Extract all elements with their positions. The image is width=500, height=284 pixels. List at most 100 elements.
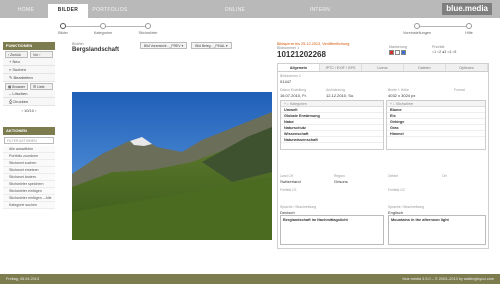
action-item[interactable]: Alle auswählen (3, 146, 55, 153)
category-row[interactable]: Naturwissenschaft (281, 137, 383, 143)
nav-buttons: ‹ Zurück Vor › (3, 50, 55, 58)
nav-tab-intern[interactable]: INTERN (295, 4, 345, 16)
area-label: Gebiet (388, 174, 398, 178)
priority-value: 3 (444, 50, 447, 54)
action-item[interactable]: Stichwort ersetzen (3, 167, 55, 174)
tab-iptc[interactable]: IPTC / EXIF / GPS (320, 64, 362, 71)
action-item[interactable]: Stichwort suchen (3, 160, 55, 167)
number2-label: Bildnummer 2 (280, 74, 301, 78)
mountain-photo[interactable] (72, 92, 272, 240)
description-en[interactable]: Mountains in the afternoon light (388, 215, 486, 245)
blue-swatch[interactable] (401, 50, 406, 56)
keyword-row[interactable]: Himmel (387, 131, 485, 137)
step-connector (416, 26, 466, 27)
archived-value[interactable]: 12.12.2010, So. (326, 93, 354, 98)
step-label: Stichwörter (138, 31, 158, 35)
top-navigation-bar: HOME BILDER PORTFOLIOS ONLINE INTERN blu… (0, 0, 500, 18)
action-item[interactable]: Stichwörter einfügen (3, 188, 55, 195)
preview-dropdown[interactable]: Bild Voransicht - _PREV ▾ (140, 42, 188, 49)
tab-dateien[interactable]: Dateien (404, 64, 446, 71)
step-bar: Bilder Kategorien Stichwörter (52, 22, 172, 36)
preview-dropdowns: Bild Voransicht - _PREV ▾ Bild Beleg - _… (140, 42, 232, 49)
nav-tab-portfolios[interactable]: PORTFOLIOS (90, 4, 130, 16)
action-item[interactable]: Stichwörter speichern (3, 181, 55, 188)
pager[interactable]: ‹ 10/10 › (3, 106, 55, 115)
back-button[interactable]: ‹ Zurück (5, 50, 28, 58)
number2-value[interactable]: 01447 (280, 79, 291, 84)
free1-label: Freifeld G1 (280, 188, 297, 192)
sidebar-item-loeschen[interactable]: – Löschen (3, 90, 55, 98)
nav-tab-bilder[interactable]: BILDER (48, 4, 88, 18)
sidebar-item-label: Löschen (12, 91, 28, 96)
nav-tab-online[interactable]: ONLINE (210, 4, 260, 16)
created-label: Datum Erstellung (280, 88, 307, 92)
right-step-bar: Voreinstellungen Hilfe (386, 22, 496, 36)
action-item[interactable]: Kategorie suchen (3, 202, 55, 209)
sidebar-item-bearbeiten[interactable]: ✎ Bearbeiten (3, 74, 55, 82)
next-button[interactable]: Vor › (30, 50, 53, 58)
metadata-tabs: Allgemein IPTC / EXIF / GPS Lizenz Datei… (278, 64, 488, 72)
marking-label: Markierung (389, 45, 407, 49)
sidebar-item-label: Bearbeiten (13, 75, 33, 80)
footer: Freitag, 05.04.2013 blue.media 3.5.0 – ©… (0, 274, 500, 284)
sidebar-item-drucken[interactable]: ⎙ Drucken (3, 98, 55, 106)
actions-list: Alle auswählen Portfolio zuordnen Stichwor… (3, 146, 55, 209)
footer-date: Freitag, 05.04.2013 (6, 277, 39, 281)
free2-label: Freifeld G2 (388, 188, 405, 192)
step-dot (414, 23, 420, 29)
categories-box[interactable]: + ⌕ Kategorien Umwelt Globale Erwärmung Na… (280, 100, 384, 150)
place-label: Ort (442, 174, 447, 178)
metadata-panel: Allgemein IPTC / EXIF / GPS Lizenz Datei… (277, 63, 489, 249)
action-item[interactable]: Portfolio zuordnen (3, 153, 55, 160)
lang1-label: Sprache / Beschreibung (280, 205, 317, 209)
region-value[interactable]: Grisons (334, 179, 348, 184)
keywords-head-label: Stichwörter (395, 102, 414, 106)
dropdown-text: Bild Voransicht - _PREV (144, 44, 181, 48)
action-item[interactable]: Stichwörter einfügen – Alle (3, 195, 55, 202)
step-label: Bilder (58, 31, 68, 35)
step-label: Hilfe (465, 31, 473, 35)
sidebar-item-label: Neu (12, 59, 20, 64)
step-dot (145, 23, 151, 29)
list-button[interactable]: ☰ Liste (30, 82, 53, 90)
archived-label: Archivierung (326, 88, 345, 92)
metadata-header: Bildsperre bis 25.12.2013, Veröffentlich… (277, 42, 489, 59)
white-swatch[interactable] (395, 50, 400, 56)
image-header: Bildtitel Bergslandschaft Bild Voransich… (72, 42, 272, 53)
tab-lizenz[interactable]: Lizenz (362, 64, 404, 71)
sidebar-item-neu[interactable]: + Neu (3, 58, 55, 66)
lang2-label: Sprache / Beschreibung (388, 205, 425, 209)
created-value[interactable]: 16.07.2010, Fr. (280, 93, 307, 98)
actions-header: AKTIONEN (3, 127, 55, 135)
priority-value: 5 (454, 50, 457, 54)
marking-swatches (389, 50, 407, 56)
priority-radios[interactable]: ○1 ○2 ●3 ○4 ○5 (432, 50, 456, 54)
filter-actions-input[interactable]: FILTER AKTIONEN (4, 137, 54, 144)
view-buttons: ▦ Browser ☰ Liste (3, 82, 55, 90)
sidebar-item-suchen[interactable]: ⌕ Suchen (3, 66, 55, 74)
sidebar: FUNKTIONEN ‹ Zurück Vor › + Neu ⌕ Suchen… (3, 42, 55, 209)
nav-tab-home[interactable]: HOME (6, 4, 46, 16)
size-value: 4032 x 3024 px (388, 93, 416, 98)
priority-value: 2 (439, 50, 442, 54)
browser-button[interactable]: ▦ Browser (5, 82, 28, 90)
step-dot (466, 23, 472, 29)
step-connector (63, 26, 151, 27)
tab-optionen[interactable]: Optionen (446, 64, 488, 71)
country-value[interactable]: Switzerland (280, 179, 301, 184)
description-de[interactable]: Berglandschaft im Nachmittagslicht (280, 215, 384, 245)
step-dot (100, 23, 106, 29)
categories-head-label: Kategorien (289, 102, 307, 106)
marking-group: Markierung (389, 45, 407, 56)
red-swatch[interactable] (389, 50, 394, 56)
image-number: 10121202268 (277, 50, 326, 59)
format-label: Format (454, 88, 465, 92)
priority-group: Priorität ○1 ○2 ●3 ○4 ○5 (432, 45, 456, 54)
action-item[interactable]: Stichwort ändern (3, 174, 55, 181)
step-dot (60, 23, 66, 29)
tab-allgemein[interactable]: Allgemein (278, 64, 320, 71)
priority-value: 4 (449, 50, 452, 54)
sidebar-item-label: Suchen (12, 67, 26, 72)
keywords-box[interactable]: + ⌕ Stichwörter Blume Eis Gebirge Gras Himme… (386, 100, 486, 150)
final-dropdown[interactable]: Bild Beleg - _FINAL ▾ (191, 42, 232, 49)
